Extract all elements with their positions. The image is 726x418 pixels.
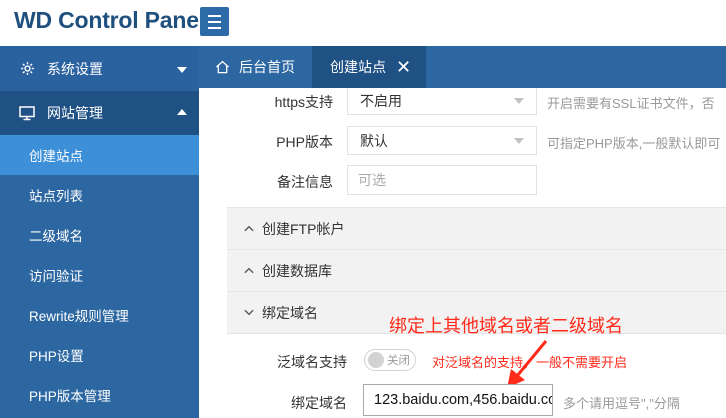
tab-label: 创建站点 bbox=[330, 59, 386, 75]
panel-label: 绑定域名 bbox=[262, 304, 318, 321]
chevron-up-icon bbox=[177, 109, 187, 115]
bind-domain-label: 绑定域名 bbox=[291, 395, 347, 411]
hamburger-icon-bar bbox=[208, 20, 221, 23]
monitor-icon bbox=[19, 105, 35, 121]
sidebar-item-php-settings[interactable]: PHP设置 bbox=[0, 335, 199, 375]
wildcard-label: 泛域名支持 bbox=[277, 354, 347, 370]
sidebar-item-access-auth[interactable]: 访问验证 bbox=[0, 255, 199, 295]
php-version-hint: 可指定PHP版本,一般默认即可 bbox=[547, 136, 721, 151]
toggle-label: 关闭 bbox=[387, 355, 410, 367]
tab-label: 后台首页 bbox=[239, 59, 295, 75]
top-bar: WD Control Panel bbox=[0, 0, 726, 46]
sidebar-item-create-site[interactable]: 创建站点 bbox=[0, 135, 199, 175]
https-label: https支持 bbox=[274, 94, 333, 110]
php-version-select[interactable]: 默认 bbox=[347, 126, 537, 155]
app-logo: WD Control Panel bbox=[14, 7, 206, 33]
main-content: https支持 不启用 开启需要有SSL证书文件，否 PHP版本 默认 可指定P… bbox=[199, 88, 726, 418]
home-icon bbox=[215, 60, 230, 74]
bind-domain-hint: 多个请用逗号","分隔 bbox=[563, 396, 680, 411]
gear-icon bbox=[19, 61, 35, 77]
sidebar-item-php-versions[interactable]: PHP版本管理 bbox=[0, 375, 199, 415]
https-select[interactable]: 不启用 bbox=[347, 88, 537, 115]
panel-label: 创建FTP帐户 bbox=[262, 220, 345, 237]
chevron-down-icon bbox=[514, 138, 524, 144]
sidebar-item-label: 系统设置 bbox=[47, 60, 103, 77]
chevron-up-icon bbox=[244, 267, 254, 274]
toggle-knob bbox=[368, 352, 384, 368]
sidebar-item-rewrite[interactable]: Rewrite规则管理 bbox=[0, 295, 199, 335]
php-version-label: PHP版本 bbox=[276, 134, 333, 150]
note-label: 备注信息 bbox=[277, 174, 333, 190]
https-select-value: 不启用 bbox=[360, 92, 402, 109]
php-select-value: 默认 bbox=[360, 132, 388, 149]
note-input[interactable]: 可选 bbox=[347, 165, 537, 195]
sidebar-item-subdomain[interactable]: 二级域名 bbox=[0, 215, 199, 255]
chevron-up-icon bbox=[244, 225, 254, 232]
tab-bar: 后台首页 创建站点 ✕ bbox=[199, 46, 726, 88]
wildcard-toggle[interactable]: 关闭 bbox=[364, 349, 416, 371]
sidebar-item-site-list[interactable]: 站点列表 bbox=[0, 175, 199, 215]
menu-toggle-button[interactable] bbox=[200, 7, 229, 36]
close-icon[interactable]: ✕ bbox=[396, 58, 411, 76]
tab-home[interactable]: 后台首页 bbox=[199, 46, 312, 88]
chevron-down-icon bbox=[177, 66, 187, 73]
sidebar: 系统设置 网站管理 创建站点 站点列表 二级域名 访问验证 Rewrite规则管… bbox=[0, 46, 199, 418]
sidebar-group-label: 网站管理 bbox=[47, 105, 103, 121]
https-hint: 开启需要有SSL证书文件，否 bbox=[547, 96, 715, 111]
chevron-down-icon bbox=[244, 309, 254, 316]
hamburger-icon-bar bbox=[208, 26, 221, 29]
bind-domain-input[interactable]: 123.baidu.com,456.baidu.com bbox=[363, 384, 553, 416]
sidebar-item-system-settings[interactable]: 系统设置 bbox=[0, 46, 199, 91]
sidebar-group-site-management[interactable]: 网站管理 bbox=[0, 91, 199, 135]
annotation-text: 绑定上其他域名或者二级域名 bbox=[389, 316, 623, 336]
panel-create-ftp[interactable]: 创建FTP帐户 bbox=[227, 207, 726, 249]
chevron-down-icon bbox=[514, 98, 524, 104]
hamburger-icon bbox=[208, 14, 221, 17]
tab-create-site[interactable]: 创建站点 ✕ bbox=[312, 46, 426, 88]
panel-label: 创建数据库 bbox=[262, 262, 332, 279]
panel-create-database[interactable]: 创建数据库 bbox=[227, 249, 726, 291]
